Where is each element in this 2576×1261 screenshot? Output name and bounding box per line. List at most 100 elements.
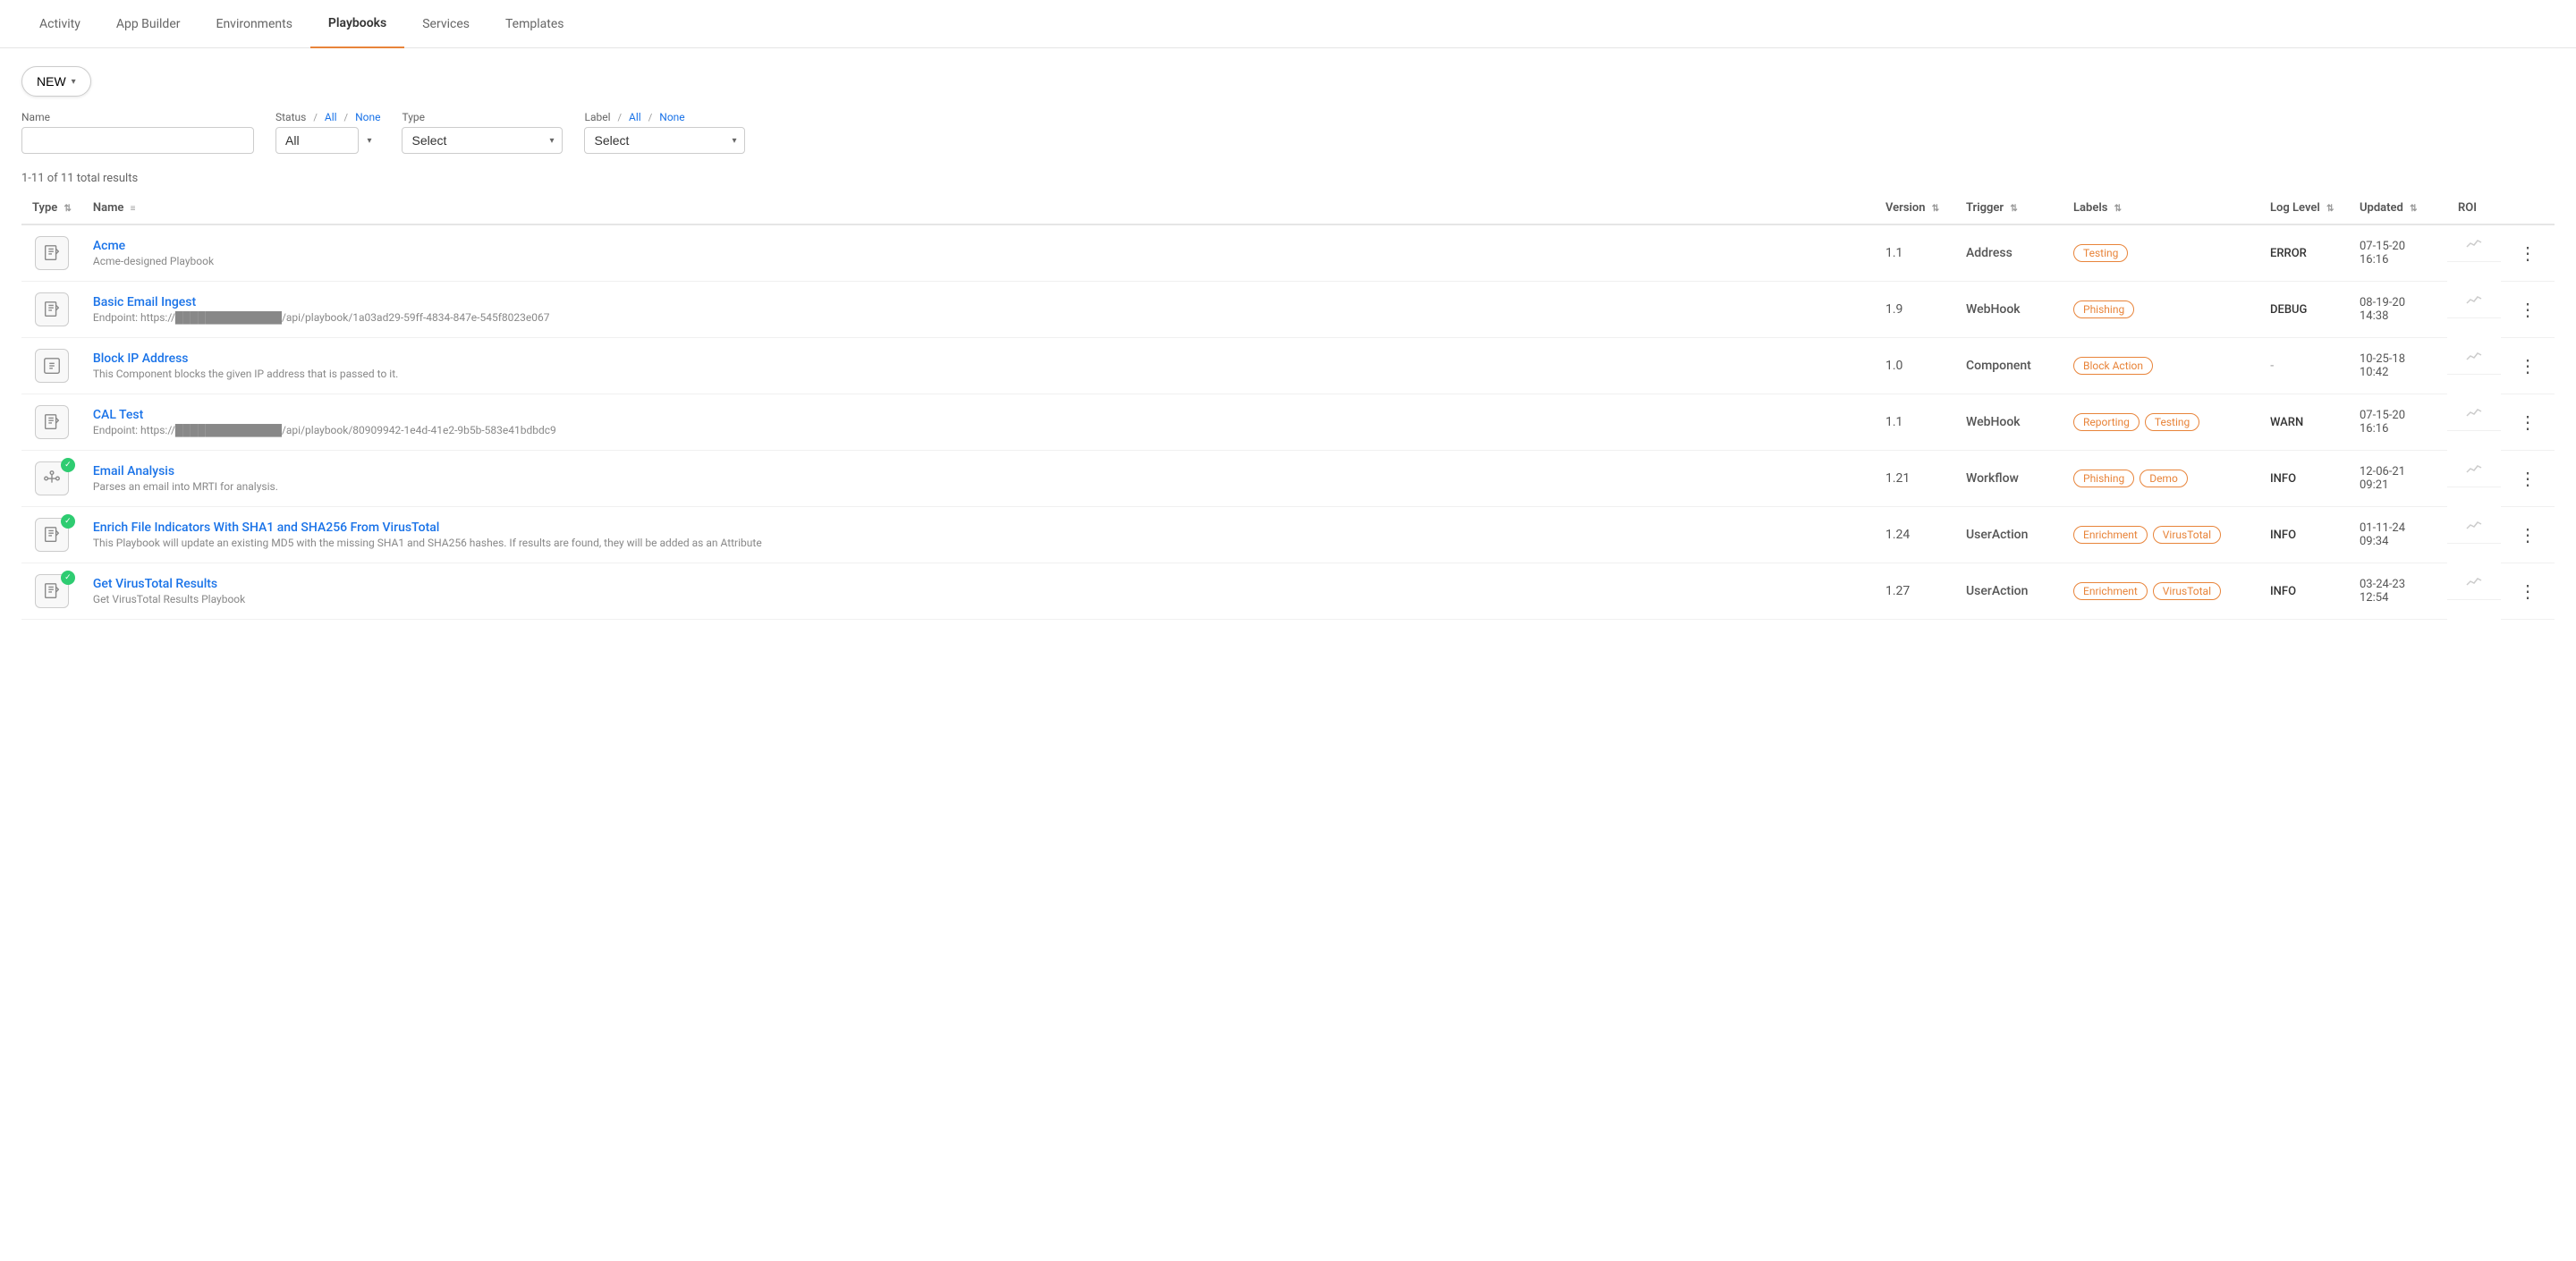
new-button[interactable]: NEW ▾ — [21, 66, 91, 97]
col-header-actions — [2501, 192, 2555, 224]
type-select[interactable]: Select Workflow Component WebHook UserAc… — [402, 127, 563, 154]
nav-item-activity[interactable]: Activity — [21, 1, 98, 47]
sort-icon-loglevel[interactable]: ⇅ — [2326, 204, 2334, 214]
status-filter-group: Status / All / None All Active Inactive … — [275, 111, 380, 154]
nav-item-app-builder[interactable]: App Builder — [98, 1, 199, 47]
row-version-get-virustotal-results: 1.27 — [1875, 563, 1955, 620]
type-icon-component — [35, 349, 69, 383]
col-header-name: Name ≡ — [82, 192, 1875, 224]
status-chevron-icon: ▾ — [367, 136, 371, 146]
type-filter-label: Type — [402, 111, 563, 123]
playbook-name-get-virustotal-results[interactable]: Get VirusTotal Results — [93, 577, 1864, 591]
row-name-cell-block-ip-address: Block IP Address This Component blocks th… — [82, 338, 1875, 394]
playbook-name-cal-test[interactable]: CAL Test — [93, 408, 1864, 422]
label-badge-virustotal: VirusTotal — [2153, 582, 2221, 600]
playbook-desc-acme: Acme-designed Playbook — [93, 255, 1864, 267]
col-header-roi: ROI — [2447, 192, 2501, 224]
playbook-name-block-ip-address[interactable]: Block IP Address — [93, 351, 1864, 366]
playbook-desc-basic-email-ingest: Endpoint: https://██████████████/api/pla… — [93, 311, 1864, 324]
row-trigger-get-virustotal-results: UserAction — [1955, 563, 2063, 620]
sort-icon-updated[interactable]: ⇅ — [2410, 204, 2417, 214]
row-actions-email-analysis: ⋮ — [2501, 451, 2555, 507]
label-select[interactable]: Select Testing Phishing Reporting Demo E… — [584, 127, 745, 154]
sort-icon-trigger[interactable]: ⇅ — [2010, 204, 2017, 214]
filter-bar: Name Status / All / None All Active Inac… — [21, 111, 2555, 154]
row-labels-email-analysis: PhishingDemo — [2063, 451, 2259, 507]
row-actions-button-basic-email-ingest[interactable]: ⋮ — [2512, 295, 2544, 325]
col-header-labels: Labels ⇅ — [2063, 192, 2259, 224]
row-actions-button-cal-test[interactable]: ⋮ — [2512, 408, 2544, 437]
check-badge-icon: ✓ — [61, 514, 75, 529]
playbook-desc-email-analysis: Parses an email into MRTI for analysis. — [93, 480, 1864, 493]
row-actions-button-acme[interactable]: ⋮ — [2512, 239, 2544, 268]
row-name-cell-basic-email-ingest: Basic Email Ingest Endpoint: https://████… — [82, 282, 1875, 338]
table-row: Block IP Address This Component blocks th… — [21, 338, 2555, 394]
row-type-enrich-file-indicators: ✓ — [21, 507, 82, 563]
label-all-link[interactable]: All — [629, 111, 641, 123]
row-roi-acme — [2447, 225, 2501, 262]
row-trigger-cal-test: WebHook — [1955, 394, 2063, 451]
label-badge-reporting: Reporting — [2073, 413, 2140, 431]
sort-icon-name[interactable]: ≡ — [131, 204, 136, 214]
top-nav: ActivityApp BuilderEnvironmentsPlaybooks… — [0, 0, 2576, 48]
row-actions-button-block-ip-address[interactable]: ⋮ — [2512, 351, 2544, 381]
status-all-link[interactable]: All — [325, 111, 337, 123]
type-icon-playbook — [35, 236, 69, 270]
row-loglevel-enrich-file-indicators: INFO — [2259, 507, 2349, 563]
nav-item-services[interactable]: Services — [404, 1, 487, 47]
status-none-link[interactable]: None — [355, 111, 380, 123]
row-actions-acme: ⋮ — [2501, 224, 2555, 282]
label-badge-demo: Demo — [2140, 470, 2188, 487]
type-filter-group: Type Select Workflow Component WebHook U… — [402, 111, 563, 154]
status-select[interactable]: All Active Inactive — [275, 127, 359, 154]
row-updated-cal-test: 07-15-2016:16 — [2349, 394, 2447, 451]
name-filter-group: Name — [21, 111, 254, 154]
row-loglevel-cal-test: WARN — [2259, 394, 2349, 451]
row-name-cell-email-analysis: Email Analysis Parses an email into MRTI … — [82, 451, 1875, 507]
row-actions-button-enrich-file-indicators[interactable]: ⋮ — [2512, 520, 2544, 550]
label-badge-phishing: Phishing — [2073, 300, 2134, 318]
row-actions-button-email-analysis[interactable]: ⋮ — [2512, 464, 2544, 494]
row-actions-basic-email-ingest: ⋮ — [2501, 282, 2555, 338]
row-labels-enrich-file-indicators: EnrichmentVirusTotal — [2063, 507, 2259, 563]
playbook-name-enrich-file-indicators[interactable]: Enrich File Indicators With SHA1 and SHA… — [93, 520, 1864, 535]
label-filter-label: Label — [584, 111, 610, 123]
row-updated-block-ip-address: 10-25-1810:42 — [2349, 338, 2447, 394]
playbook-desc-cal-test: Endpoint: https://██████████████/api/pla… — [93, 424, 1864, 436]
row-type-acme — [21, 224, 82, 282]
nav-item-environments[interactable]: Environments — [198, 1, 309, 47]
label-none-link[interactable]: None — [659, 111, 684, 123]
name-filter-input[interactable] — [21, 127, 254, 154]
label-filter-group: Label / All / None Select Testing Phishi… — [584, 111, 745, 154]
table-row: ✓ Email Analysis Parses an email into MRTI… — [21, 451, 2555, 507]
row-version-basic-email-ingest: 1.9 — [1875, 282, 1955, 338]
row-trigger-basic-email-ingest: WebHook — [1955, 282, 2063, 338]
table-row: ✓Get VirusTotal ResultsGet VirusTotal Re… — [21, 563, 2555, 620]
row-actions-button-get-virustotal-results[interactable]: ⋮ — [2512, 577, 2544, 606]
playbooks-table: Type ⇅ Name ≡ Version ⇅ Trigger ⇅ Labels — [21, 192, 2555, 620]
row-roi-cal-test — [2447, 394, 2501, 431]
row-trigger-enrich-file-indicators: UserAction — [1955, 507, 2063, 563]
row-version-cal-test: 1.1 — [1875, 394, 1955, 451]
sort-icon-labels[interactable]: ⇅ — [2114, 204, 2122, 214]
row-labels-get-virustotal-results: EnrichmentVirusTotal — [2063, 563, 2259, 620]
col-header-version: Version ⇅ — [1875, 192, 1955, 224]
playbook-name-email-analysis[interactable]: Email Analysis — [93, 464, 1864, 478]
status-filter-label: Status — [275, 111, 306, 123]
col-header-type: Type ⇅ — [21, 192, 82, 224]
sort-icon-type[interactable]: ⇅ — [64, 204, 72, 214]
sort-icon-version[interactable]: ⇅ — [1932, 204, 1939, 214]
label-badge-enrichment: Enrichment — [2073, 526, 2148, 544]
playbook-desc-block-ip-address: This Component blocks the given IP addre… — [93, 368, 1864, 380]
type-select-wrapper: Select Workflow Component WebHook UserAc… — [402, 127, 563, 154]
nav-item-playbooks[interactable]: Playbooks — [310, 0, 404, 48]
row-updated-get-virustotal-results: 03-24-2312:54 — [2349, 563, 2447, 620]
main-content: NEW ▾ Name Status / All / None All Activ… — [0, 48, 2576, 638]
row-name-cell-enrich-file-indicators: Enrich File Indicators With SHA1 and SHA… — [82, 507, 1875, 563]
row-updated-basic-email-ingest: 08-19-2014:38 — [2349, 282, 2447, 338]
playbook-name-basic-email-ingest[interactable]: Basic Email Ingest — [93, 295, 1864, 309]
row-type-email-analysis: ✓ — [21, 451, 82, 507]
row-roi-enrich-file-indicators — [2447, 507, 2501, 544]
nav-item-templates[interactable]: Templates — [487, 1, 582, 47]
playbook-name-acme[interactable]: Acme — [93, 239, 1864, 253]
